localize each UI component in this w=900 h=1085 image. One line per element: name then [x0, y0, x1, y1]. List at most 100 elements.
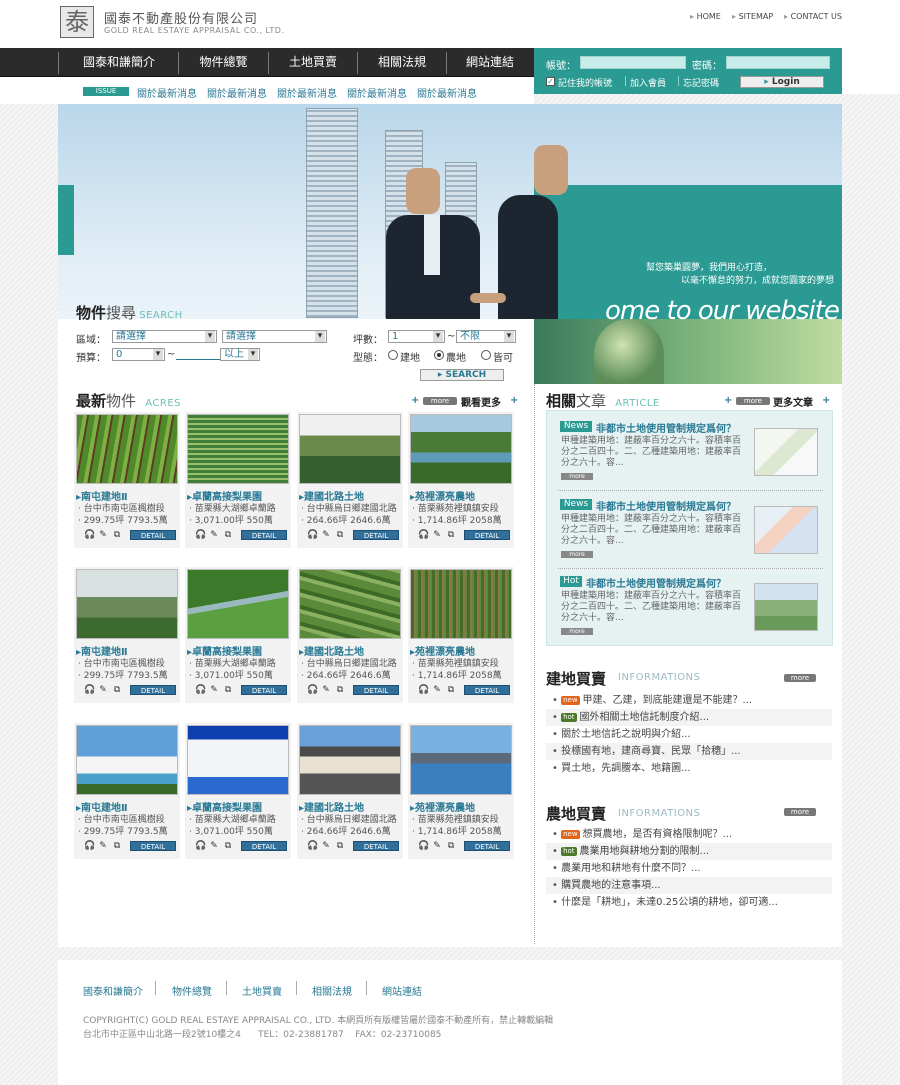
- compare-icon[interactable]: ⧉: [446, 530, 456, 540]
- home-link[interactable]: HOME: [690, 12, 721, 21]
- detail-button[interactable]: DETAIL: [241, 530, 287, 540]
- info-link-text[interactable]: 關於土地信託之說明與介紹...: [561, 729, 691, 740]
- detail-button[interactable]: DETAIL: [353, 530, 399, 540]
- info-list-item[interactable]: • new 甲建、乙建，到底能建還是不能建？...: [546, 692, 832, 709]
- listing-photo[interactable]: [76, 569, 178, 639]
- info-link-text[interactable]: 農業用地與耕地分割的限制...: [580, 846, 710, 857]
- info-list-item[interactable]: • 關於土地信託之說明與介紹...: [546, 726, 832, 743]
- headphones-icon[interactable]: 🎧: [307, 841, 318, 851]
- listing-card[interactable]: 建國北路土地台中縣烏日鄉建國北路264.66坪 2646.6萬🎧✎⧉DETAIL: [297, 412, 403, 548]
- info-list-item[interactable]: • new 想買農地，是否有資格限制呢？...: [546, 826, 832, 843]
- edit-icon[interactable]: ✎: [321, 530, 331, 540]
- logo[interactable]: 泰: [60, 6, 94, 38]
- search-button[interactable]: ▸ SEARCH: [420, 369, 504, 381]
- compare-icon[interactable]: ⧉: [223, 530, 233, 540]
- edit-icon[interactable]: ✎: [321, 685, 331, 695]
- footer-link-land-trade[interactable]: 土地買賣: [242, 983, 282, 998]
- article-thumbnail[interactable]: [754, 428, 818, 476]
- remember-checkbox[interactable]: ✓: [546, 77, 555, 86]
- listing-card[interactable]: 卓蘭高接梨果園苗栗縣大湖鄉卓蘭路3,071.00坪 550萬🎧✎⧉DETAIL: [185, 412, 291, 548]
- listing-card[interactable]: 南屯建地Ⅱ台中市南屯區楓樹段299.75坪 7793.5萬🎧✎⧉DETAIL: [74, 567, 180, 703]
- listing-card[interactable]: 苑裡漂亮農地苗栗縣苑裡鎮鎮安段1,714.86坪 2058萬🎧✎⧉DETAIL: [408, 723, 514, 859]
- edit-icon[interactable]: ✎: [209, 530, 219, 540]
- size-max-select[interactable]: 不限: [456, 330, 516, 343]
- article-thumbnail[interactable]: [754, 583, 818, 631]
- budget-min-select[interactable]: 0: [112, 348, 165, 361]
- nav-item-regulations[interactable]: 相關法規: [358, 48, 446, 77]
- info-list-item[interactable]: • 什麼是「耕地」，未達0.25公頃的耕地，卻可適...: [546, 894, 832, 911]
- more-articles-link[interactable]: 更多文章: [773, 394, 813, 409]
- login-button[interactable]: ▸ Login: [740, 76, 824, 88]
- budget-max-select[interactable]: 以上: [220, 348, 260, 361]
- article-title-link[interactable]: 非都市土地使用管制規定爲何？: [596, 420, 736, 435]
- listing-card[interactable]: 建國北路土地台中縣烏日鄉建國北路264.66坪 2646.6萬🎧✎⧉DETAIL: [297, 567, 403, 703]
- join-member-link[interactable]: 加入會員: [630, 76, 666, 89]
- article-title-link[interactable]: 非都市土地使用管制規定爲何？: [596, 498, 736, 513]
- listing-photo[interactable]: [76, 414, 178, 484]
- detail-button[interactable]: DETAIL: [464, 530, 510, 540]
- listing-photo[interactable]: [187, 725, 289, 795]
- compare-icon[interactable]: ⧉: [223, 841, 233, 851]
- info-link-text[interactable]: 什麼是「耕地」，未達0.25公頃的耕地，卻可適...: [561, 897, 778, 908]
- compare-icon[interactable]: ⧉: [112, 530, 122, 540]
- district-select[interactable]: 請選擇: [222, 330, 327, 343]
- type-radio-farm[interactable]: [434, 350, 444, 360]
- detail-button[interactable]: DETAIL: [130, 530, 176, 540]
- edit-icon[interactable]: ✎: [432, 685, 442, 695]
- listing-photo[interactable]: [410, 725, 512, 795]
- info-link-text[interactable]: 購買農地的注意事項...: [561, 880, 661, 891]
- article-title-link[interactable]: 非都市土地使用管制規定爲何？: [586, 575, 726, 590]
- detail-button[interactable]: DETAIL: [241, 685, 287, 695]
- listing-card[interactable]: 苑裡漂亮農地苗栗縣苑裡鎮鎮安段1,714.86坪 2058萬🎧✎⧉DETAIL: [408, 412, 514, 548]
- headphones-icon[interactable]: 🎧: [195, 841, 206, 851]
- more-badge[interactable]: more: [736, 397, 770, 405]
- info-link-text[interactable]: 想買農地，是否有資格限制呢？...: [583, 829, 733, 840]
- detail-button[interactable]: DETAIL: [464, 841, 510, 851]
- headphones-icon[interactable]: 🎧: [418, 841, 429, 851]
- footer-link-listings[interactable]: 物件總覽: [172, 983, 212, 998]
- listing-photo[interactable]: [410, 569, 512, 639]
- password-input[interactable]: [726, 56, 830, 69]
- headphones-icon[interactable]: 🎧: [418, 530, 429, 540]
- view-more-link[interactable]: 觀看更多: [461, 394, 501, 409]
- more-badge[interactable]: more: [561, 628, 593, 635]
- more-badge[interactable]: more: [561, 551, 593, 558]
- info-list-item[interactable]: • 購買農地的注意事項...: [546, 877, 832, 894]
- headphones-icon[interactable]: 🎧: [307, 685, 318, 695]
- info-list-item[interactable]: • 買土地，先調謄本、地籍圖...: [546, 760, 832, 777]
- listing-card[interactable]: 南屯建地Ⅱ台中市南屯區楓樹段299.75坪 7793.5萬🎧✎⧉DETAIL: [74, 412, 180, 548]
- listing-photo[interactable]: [299, 725, 401, 795]
- info-link-text[interactable]: 國外相關土地信託制度介紹...: [580, 712, 710, 723]
- compare-icon[interactable]: ⧉: [112, 685, 122, 695]
- compare-icon[interactable]: ⧉: [335, 685, 345, 695]
- headphones-icon[interactable]: 🎧: [195, 530, 206, 540]
- forgot-password-link[interactable]: 忘記密碼: [683, 76, 719, 89]
- edit-icon[interactable]: ✎: [98, 530, 108, 540]
- more-badge[interactable]: more: [561, 473, 593, 480]
- sitemap-link[interactable]: SITEMAP: [732, 12, 774, 21]
- article-thumbnail[interactable]: [754, 506, 818, 554]
- info-list-item[interactable]: • hot 農業用地與耕地分割的限制...: [546, 843, 832, 860]
- listing-card[interactable]: 苑裡漂亮農地苗栗縣苑裡鎮鎮安段1,714.86坪 2058萬🎧✎⧉DETAIL: [408, 567, 514, 703]
- type-radio-either[interactable]: [481, 350, 491, 360]
- nav-item-land-trade[interactable]: 土地買賣: [269, 48, 357, 77]
- compare-icon[interactable]: ⧉: [335, 530, 345, 540]
- detail-button[interactable]: DETAIL: [464, 685, 510, 695]
- news-link[interactable]: 關於最新消息: [137, 85, 197, 100]
- region-select[interactable]: 請選擇: [112, 330, 217, 343]
- info-list-item[interactable]: • 農業用地和耕地有什麼不同？...: [546, 860, 832, 877]
- more-badge[interactable]: more: [784, 808, 816, 816]
- info-list-item[interactable]: • hot 國外相關土地信託制度介紹...: [546, 709, 832, 726]
- compare-icon[interactable]: ⧉: [112, 841, 122, 851]
- headphones-icon[interactable]: 🎧: [84, 685, 95, 695]
- detail-button[interactable]: DETAIL: [353, 685, 399, 695]
- news-link[interactable]: 關於最新消息: [277, 85, 337, 100]
- account-input[interactable]: [580, 56, 686, 69]
- budget-max-input[interactable]: [176, 359, 220, 360]
- news-link[interactable]: 關於最新消息: [347, 85, 407, 100]
- size-min-select[interactable]: 1: [388, 330, 445, 343]
- listing-card[interactable]: 卓蘭高接梨果園苗栗縣大湖鄉卓蘭路3,071.00坪 550萬🎧✎⧉DETAIL: [185, 723, 291, 859]
- info-link-text[interactable]: 甲建、乙建，到底能建還是不能建？...: [583, 695, 753, 706]
- nav-item-about[interactable]: 國泰和謙簡介: [60, 48, 178, 77]
- listing-photo[interactable]: [187, 569, 289, 639]
